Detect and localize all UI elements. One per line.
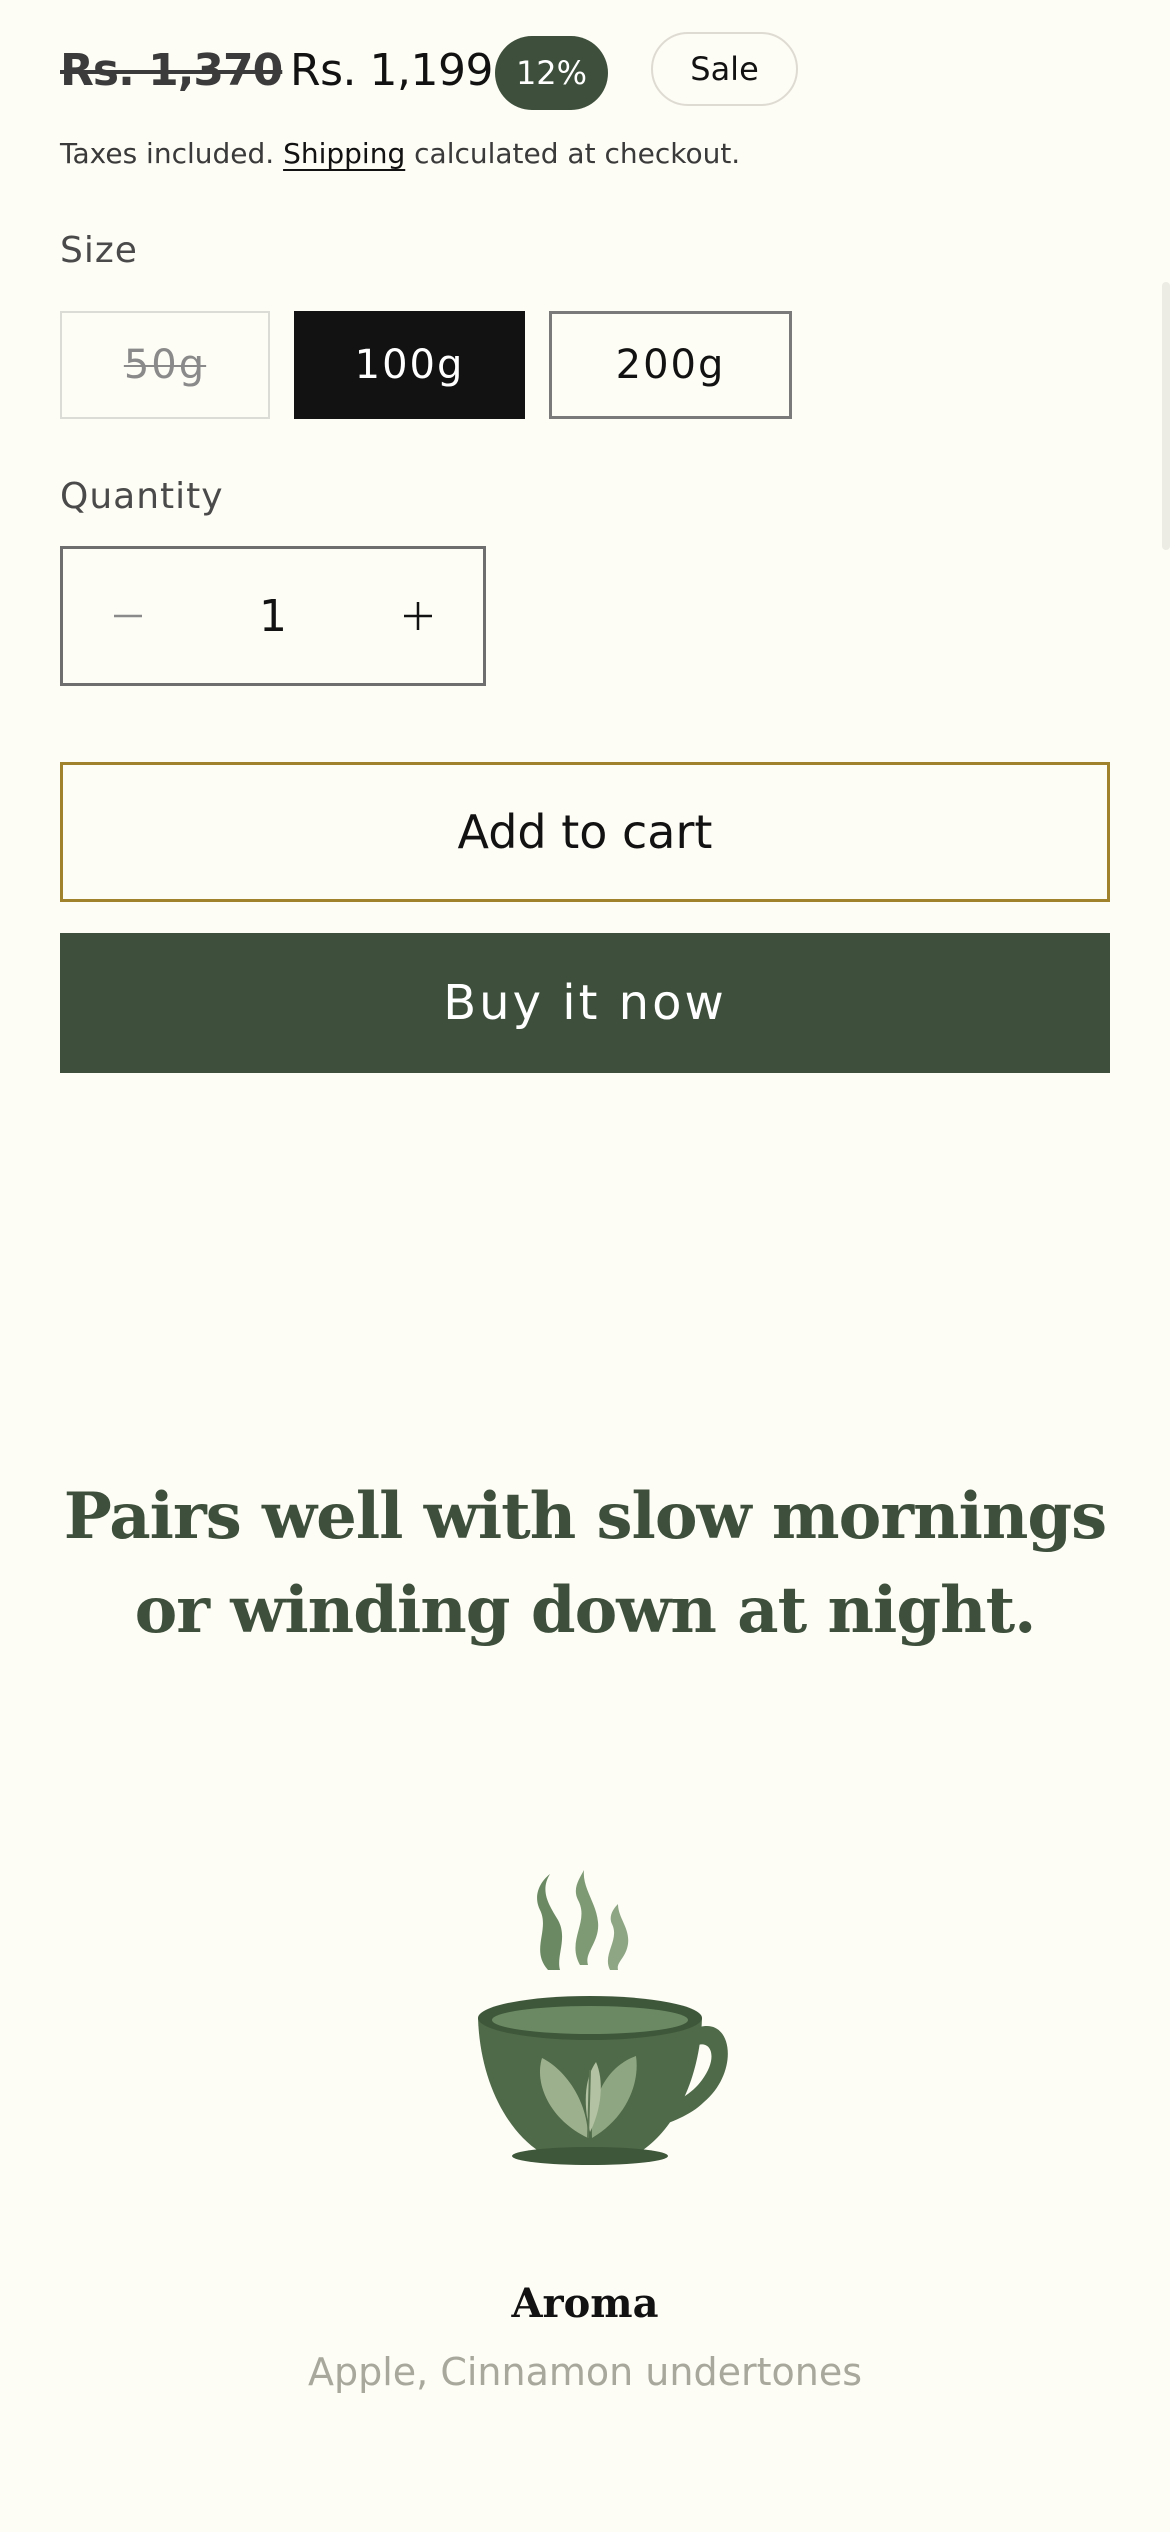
tax-note: Taxes included. Shipping calculated at c… xyxy=(60,134,740,174)
quantity-input[interactable]: 1 xyxy=(193,549,353,683)
quantity-decrease-button[interactable] xyxy=(63,549,193,683)
shipping-link[interactable]: Shipping xyxy=(283,137,405,170)
add-to-cart-button[interactable]: Add to cart xyxy=(60,762,1110,902)
plus-icon xyxy=(404,602,432,630)
size-option-100g[interactable]: 100g xyxy=(294,311,525,419)
compare-at-price: Rs. 1,370 xyxy=(60,45,283,96)
tea-cup-icon xyxy=(470,1870,730,2170)
feature-title: Aroma xyxy=(511,2280,659,2327)
size-label: Size xyxy=(60,230,138,271)
size-option-200g[interactable]: 200g xyxy=(549,311,792,419)
discount-badge: 12% xyxy=(495,36,608,110)
sale-price: Rs. 1,199 xyxy=(290,45,493,96)
scrollbar-thumb[interactable] xyxy=(1162,282,1170,550)
tax-note-prefix: Taxes included. xyxy=(60,137,284,170)
sale-badge: Sale xyxy=(651,32,798,106)
feature-description: Apple, Cinnamon undertones xyxy=(307,2350,862,2394)
tax-note-suffix: calculated at checkout. xyxy=(405,137,741,170)
quantity-stepper: 1 xyxy=(60,546,486,686)
buy-now-button[interactable]: Buy it now xyxy=(60,933,1110,1073)
quantity-increase-button[interactable] xyxy=(353,549,483,683)
minus-icon xyxy=(114,614,142,618)
size-option-50g[interactable]: 50g xyxy=(60,311,270,419)
tagline-heading: Pairs well with slow mornings or winding… xyxy=(63,1479,1107,1648)
quantity-label: Quantity xyxy=(60,476,224,517)
